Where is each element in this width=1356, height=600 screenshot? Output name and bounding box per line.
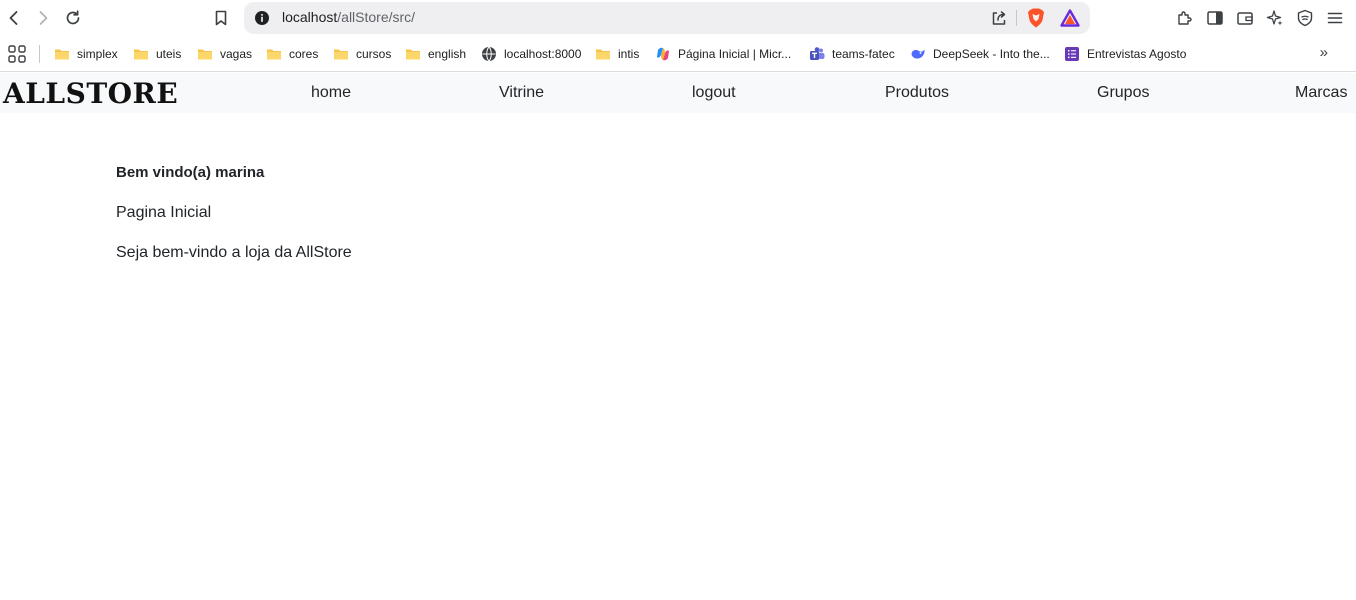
page-title: Pagina Inicial — [116, 204, 212, 221]
site-info-icon[interactable] — [254, 10, 270, 26]
url-path: /allStore/src/ — [337, 9, 416, 25]
store-welcome-text: Seja bem-vindo a loja da AllStore — [116, 244, 352, 261]
leo-ai-button[interactable] — [1263, 6, 1287, 30]
brand-logo[interactable]: ALLSTORE — [3, 77, 178, 110]
bookmark-icon — [215, 10, 227, 26]
more-bookmarks-button[interactable]: » — [1320, 44, 1328, 61]
vpn-button[interactable] — [1293, 6, 1317, 30]
bookmark-teams-fatec[interactable]: teams-fatec — [809, 43, 895, 65]
forms-icon — [1065, 47, 1079, 61]
share-button[interactable] — [989, 8, 1009, 28]
globe-icon — [482, 46, 496, 62]
sparkle-icon — [1266, 10, 1283, 26]
sidebar-button[interactable] — [1203, 6, 1227, 30]
brave-rewards-button[interactable] — [1060, 8, 1080, 28]
bookmarks-divider — [39, 45, 40, 63]
bookmark-deepseek[interactable]: DeepSeek - Into the... — [910, 43, 1050, 65]
bookmark-label: localhost:8000 — [504, 47, 582, 61]
browser-toolbar: localhost/allStore/src/ — [0, 0, 1356, 36]
folder-icon — [267, 49, 281, 60]
extensions-button[interactable] — [1173, 6, 1197, 30]
menu-button[interactable] — [1323, 6, 1347, 30]
forward-button[interactable] — [31, 6, 55, 30]
bookmark-label: Entrevistas Agosto — [1087, 47, 1187, 61]
shield-icon — [1297, 9, 1313, 27]
bookmark-intis[interactable]: intis — [595, 43, 639, 65]
bookmark-uteis[interactable]: uteis — [133, 43, 181, 65]
bookmark-pagina-inicial[interactable]: Página Inicial | Micr... — [655, 43, 791, 65]
hamburger-menu-icon — [1327, 12, 1343, 24]
bookmark-entrevistas-agosto[interactable]: Entrevistas Agosto — [1064, 43, 1186, 65]
nav-link-marcas[interactable]: Marcas — [1295, 84, 1347, 102]
nav-link-produtos[interactable]: Produtos — [885, 84, 949, 102]
brave-shields-button[interactable] — [1026, 8, 1046, 28]
brave-lion-icon — [1028, 8, 1044, 28]
teams-icon — [810, 47, 825, 60]
folder-icon — [406, 49, 420, 60]
bookmark-localhost-8000[interactable]: localhost:8000 — [481, 43, 581, 65]
folder-icon — [134, 49, 148, 60]
copilot-icon — [657, 47, 669, 61]
site-navbar: ALLSTORE home Vitrine logout Produtos Gr… — [0, 73, 1356, 113]
bookmark-english[interactable]: english — [405, 43, 466, 65]
bookmark-label: vagas — [220, 47, 253, 61]
wallet-icon — [1237, 12, 1253, 25]
main-content: Bem vindo(a) marina Pagina Inicial Seja … — [116, 164, 1016, 264]
url-host: localhost — [282, 9, 338, 25]
nav-link-vitrine[interactable]: Vitrine — [499, 84, 544, 102]
url-text[interactable]: localhost/allStore/src/ — [282, 9, 415, 25]
bookmark-label: teams-fatec — [832, 47, 895, 61]
reload-button[interactable] — [61, 6, 85, 30]
rewards-triangle-icon — [1060, 9, 1080, 27]
bookmark-cores[interactable]: cores — [266, 43, 318, 65]
chevron-right-icon — [39, 11, 48, 25]
share-icon — [992, 11, 1006, 25]
bookmark-label: simplex — [77, 47, 118, 61]
nav-link-logout[interactable]: logout — [692, 84, 736, 102]
reload-icon — [66, 10, 80, 25]
bookmarks-bar: simplex uteis vagas cores cursos english… — [0, 36, 1356, 72]
puzzle-icon — [1178, 11, 1192, 25]
folder-icon — [198, 49, 212, 60]
deepseek-icon — [911, 49, 925, 59]
bookmark-label: intis — [618, 47, 640, 61]
bookmark-simplex[interactable]: simplex — [54, 43, 118, 65]
nav-link-grupos[interactable]: Grupos — [1097, 84, 1149, 102]
address-bar[interactable]: localhost/allStore/src/ — [244, 2, 1090, 34]
wallet-button[interactable] — [1233, 6, 1257, 30]
sidebar-icon — [1207, 11, 1223, 25]
folder-icon — [334, 49, 348, 60]
apps-grid-icon[interactable] — [7, 44, 27, 64]
folder-icon — [55, 49, 69, 60]
bookmark-vagas[interactable]: vagas — [197, 43, 252, 65]
bookmark-page-button[interactable] — [209, 6, 233, 30]
url-separator — [1016, 10, 1017, 26]
welcome-message: Bem vindo(a) marina — [116, 164, 265, 181]
bookmark-label: uteis — [156, 47, 182, 61]
bookmark-label: Página Inicial | Micr... — [678, 47, 792, 61]
back-button[interactable] — [2, 6, 26, 30]
nav-link-home[interactable]: home — [311, 84, 351, 102]
bookmark-label: cursos — [356, 47, 392, 61]
bookmark-label: english — [428, 47, 467, 61]
bookmark-cursos[interactable]: cursos — [333, 43, 391, 65]
bookmark-label: cores — [289, 47, 319, 61]
bookmark-label: DeepSeek - Into the... — [933, 47, 1050, 61]
folder-icon — [596, 49, 610, 60]
chevron-left-icon — [9, 11, 18, 25]
